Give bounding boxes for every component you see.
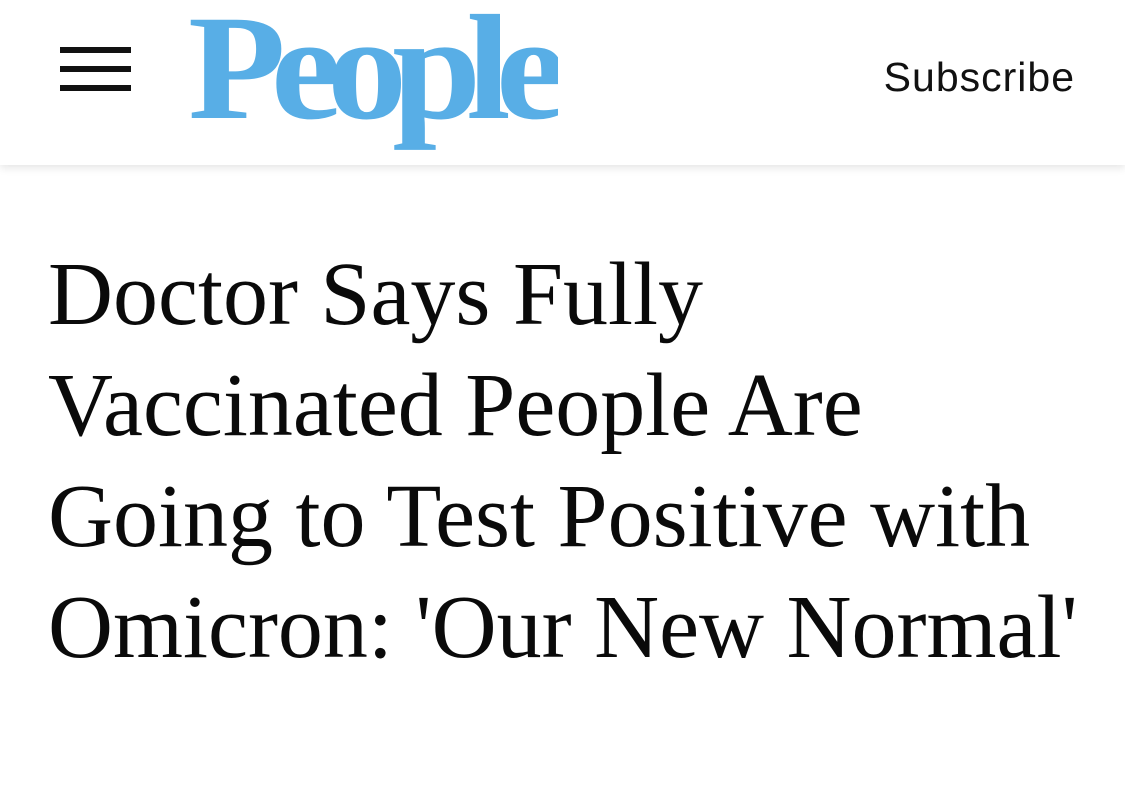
article-content: Doctor Says Fully Vaccinated People Are … xyxy=(0,165,1125,812)
menu-bar-top xyxy=(60,47,131,53)
site-header: People Subscribe xyxy=(0,0,1125,165)
subscribe-link[interactable]: Subscribe xyxy=(884,55,1075,99)
menu-bar-bottom xyxy=(60,85,131,91)
article-headline: Doctor Says Fully Vaccinated People Are … xyxy=(48,245,1078,677)
people-logo[interactable]: People xyxy=(186,0,558,158)
menu-bar-middle xyxy=(60,66,131,72)
logo-wordmark: People xyxy=(188,0,558,151)
hamburger-menu-icon[interactable] xyxy=(58,44,134,98)
people-logo-graphic: People xyxy=(188,0,558,151)
